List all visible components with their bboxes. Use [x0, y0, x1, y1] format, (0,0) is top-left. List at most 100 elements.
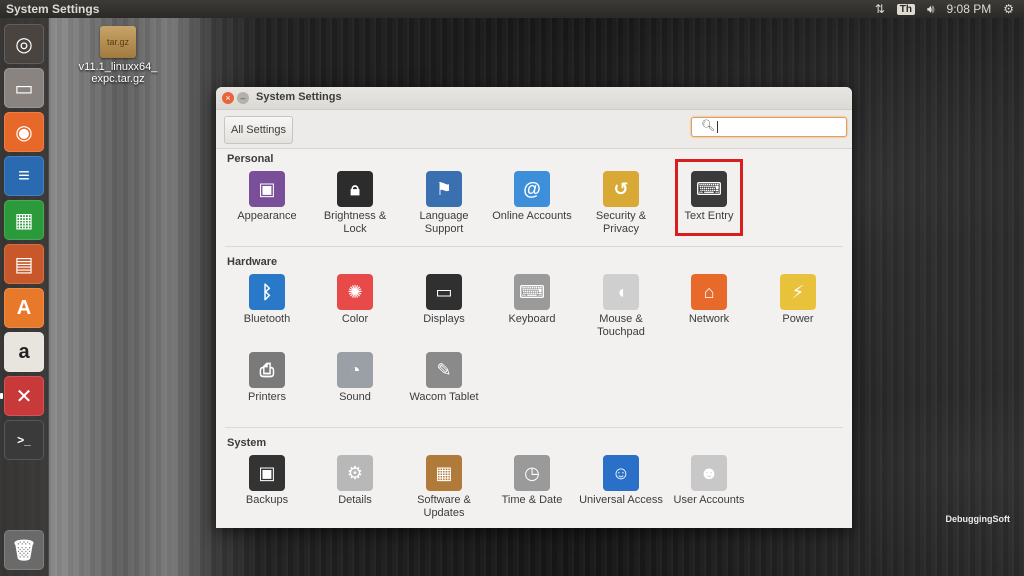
settings-item-label: Power — [782, 313, 814, 325]
system-settings-window: × – System Settings All Settings 🔍︎ Pers… — [216, 87, 852, 528]
settings-item-keyboard[interactable]: ⌨ Keyboard — [488, 274, 576, 326]
settings-item-label: Online Accounts — [492, 210, 572, 222]
wacom-tablet-icon: ✎ — [426, 352, 462, 388]
window-toolbar: All Settings 🔍︎ — [216, 110, 852, 149]
settings-item-label: Language Support — [419, 210, 469, 235]
firefox-icon[interactable]: ◉ — [4, 112, 44, 152]
settings-item-label: Color — [341, 313, 369, 325]
network-arrows-icon[interactable]: ⇅ — [875, 2, 885, 16]
settings-item-power[interactable]: ⚡ Power — [754, 274, 842, 326]
settings-item-label: Time & Date — [501, 494, 563, 506]
gear-icon[interactable]: ⚙ — [1003, 2, 1014, 16]
active-app-pip — [0, 393, 3, 399]
clock-icon: ◷ — [514, 455, 550, 491]
settings-item-label: Appearance — [237, 210, 297, 222]
displays-icon: ▭ — [426, 274, 462, 310]
keyboard-icon: ⌨ — [514, 274, 550, 310]
text-cursor — [717, 121, 718, 133]
software-center-icon[interactable]: A — [4, 288, 44, 328]
network-icon: ⌂ — [691, 274, 727, 310]
settings-item-printers[interactable]: ⎙ Printers — [223, 352, 311, 404]
settings-item-label: Network — [688, 313, 730, 325]
backups-icon: ▣ — [249, 455, 285, 491]
files-icon[interactable]: ▭ — [4, 68, 44, 108]
desktop-file-name: v11.1_linuxx64_ expc.tar.gz — [78, 61, 158, 85]
window-titlebar[interactable]: × – System Settings — [216, 87, 852, 110]
color-icon: ✺ — [337, 274, 373, 310]
settings-item-user-accounts[interactable]: ☻ User Accounts — [665, 455, 753, 507]
bluetooth-icon: ᛒ — [249, 274, 285, 310]
system-settings-icon[interactable]: ✕ — [4, 376, 44, 416]
settings-item-label: Software & Updates — [417, 494, 471, 519]
section-title-system: System — [227, 437, 267, 449]
watermark-logo: DebuggingSoft — [945, 514, 1011, 524]
settings-item-label: Mouse & Touchpad — [597, 313, 645, 338]
text-entry-highlight — [675, 159, 743, 236]
clock-time[interactable]: 9:08 PM — [947, 2, 992, 16]
section-divider — [225, 427, 843, 428]
security-privacy-icon: ↺ — [603, 171, 639, 207]
settings-item-label: Backups — [245, 494, 289, 506]
settings-item-wacom-tablet[interactable]: ✎ Wacom Tablet — [400, 352, 488, 404]
libreoffice-calc-icon[interactable]: ▦ — [4, 200, 44, 240]
mouse-icon: ◖ — [603, 274, 639, 310]
online-accounts-icon: @ — [514, 171, 550, 207]
sound-icon: ◔ — [337, 352, 373, 388]
close-icon[interactable]: × — [222, 92, 234, 104]
settings-item-label: Bluetooth — [243, 313, 291, 325]
window-title: System Settings — [256, 91, 342, 103]
settings-item-brightness-lock[interactable]: 🔒︎ Brightness & Lock — [311, 171, 399, 236]
top-panel: System Settings ⇅ Th 🔊︎ 9:08 PM ⚙ — [0, 0, 1024, 18]
settings-item-software-updates[interactable]: ▦ Software & Updates — [400, 455, 488, 520]
active-window-title: System Settings — [6, 2, 100, 16]
ubuntu-dash-icon[interactable]: ◎ — [4, 24, 44, 64]
minimize-icon[interactable]: – — [237, 92, 249, 104]
all-settings-button[interactable]: All Settings — [224, 116, 294, 144]
power-icon: ⚡ — [780, 274, 816, 310]
section-title-hardware: Hardware — [227, 256, 278, 268]
search-input[interactable]: 🔍︎ — [691, 117, 847, 137]
settings-item-security-privacy[interactable]: ↺ Security & Privacy — [577, 171, 665, 236]
libreoffice-impress-icon[interactable]: ▤ — [4, 244, 44, 284]
terminal-icon[interactable]: >_ — [4, 420, 44, 460]
software-updates-icon: ▦ — [426, 455, 462, 491]
section-divider — [225, 246, 843, 247]
search-icon: 🔍︎ — [701, 120, 715, 132]
settings-item-backups[interactable]: ▣ Backups — [223, 455, 311, 507]
settings-item-details[interactable]: ⚙ Details — [311, 455, 399, 507]
volume-icon[interactable]: 🔊︎ — [927, 2, 935, 17]
indicator-area: ⇅ Th 🔊︎ 9:08 PM ⚙ — [875, 0, 1024, 18]
settings-item-displays[interactable]: ▭ Displays — [400, 274, 488, 326]
settings-item-language-support[interactable]: ⚑ Language Support — [400, 171, 488, 236]
settings-item-label: Printers — [248, 391, 286, 403]
settings-item-label: Universal Access — [579, 494, 663, 506]
keyboard-layout-indicator[interactable]: Th — [896, 3, 915, 15]
appearance-icon: ▣ — [249, 171, 285, 207]
language-support-icon: ⚑ — [426, 171, 462, 207]
settings-item-label: Sound — [339, 391, 371, 403]
details-icon: ⚙ — [337, 455, 373, 491]
settings-item-time-date[interactable]: ◷ Time & Date — [488, 455, 576, 507]
settings-item-label: Keyboard — [508, 313, 556, 325]
settings-item-appearance[interactable]: ▣ Appearance — [223, 171, 311, 223]
settings-item-label: Brightness & Lock — [323, 210, 387, 235]
settings-item-online-accounts[interactable]: @ Online Accounts — [488, 171, 576, 223]
user-accounts-icon: ☻ — [691, 455, 727, 491]
settings-item-label: Wacom Tablet — [409, 391, 479, 403]
launcher: ◎ ▭ ◉ ≡ ▦ ▤ A a ✕ >_ 🗑︎ — [0, 18, 49, 576]
settings-item-label: Displays — [423, 313, 465, 325]
amazon-icon[interactable]: a — [4, 332, 44, 372]
brightness-lock-icon: 🔒︎ — [337, 171, 373, 207]
desktop-file[interactable]: tar.gz v11.1_linuxx64_ expc.tar.gz — [70, 26, 166, 85]
settings-item-network[interactable]: ⌂ Network — [665, 274, 753, 326]
settings-item-color[interactable]: ✺ Color — [311, 274, 399, 326]
settings-item-universal-access[interactable]: ☺ Universal Access — [577, 455, 665, 507]
settings-item-bluetooth[interactable]: ᛒ Bluetooth — [223, 274, 311, 326]
settings-item-mouse-touchpad[interactable]: ◖ Mouse & Touchpad — [577, 274, 665, 339]
printer-icon: ⎙ — [249, 352, 285, 388]
settings-grid: Personal ▣ Appearance 🔒︎ Brightness & Lock ⚑ L… — [216, 149, 852, 528]
archive-icon: tar.gz — [100, 26, 136, 58]
trash-icon[interactable]: 🗑︎ — [4, 530, 44, 570]
libreoffice-writer-icon[interactable]: ≡ — [4, 156, 44, 196]
settings-item-sound[interactable]: ◔ Sound — [311, 352, 399, 404]
